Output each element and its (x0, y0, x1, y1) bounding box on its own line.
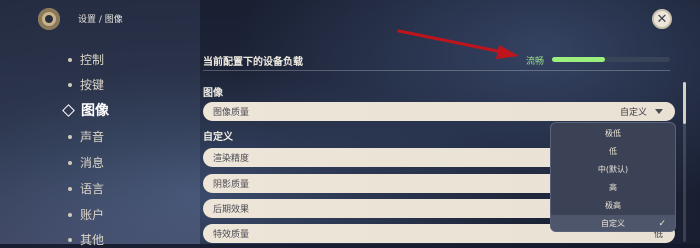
dropdown-option[interactable]: 高 (551, 179, 675, 196)
bullet-icon (68, 82, 72, 87)
bullet-icon (68, 160, 72, 165)
bullet-icon (68, 134, 72, 139)
sidebar-item-other[interactable]: 其他 (68, 231, 104, 248)
row-label: 特效质量 (213, 230, 250, 240)
device-load-label: 当前配置下的设备负载 (203, 57, 303, 68)
section-title-image: 图像 (203, 88, 223, 99)
dropdown-option[interactable]: 极低 (551, 125, 675, 142)
sidebar-item-language[interactable]: 语言 (68, 180, 104, 197)
quality-dropdown-menu[interactable]: 极低 低 中(默认) 高 极高 自定义 ✓ (550, 122, 676, 232)
sidebar-item-label: 语言 (80, 182, 105, 196)
bullet-icon (68, 212, 72, 217)
active-diamond-icon (62, 103, 75, 117)
sidebar-item-messages[interactable]: 消息 (68, 154, 104, 171)
sidebar-item-label: 控制 (80, 53, 105, 67)
row-value: 自定义 (619, 108, 647, 118)
load-status: 流畅 (526, 57, 545, 67)
dropdown-option-label: 自定义 (601, 219, 625, 228)
sidebar-item-keybinds[interactable]: 按键 (68, 76, 104, 93)
close-icon: ✕ (656, 11, 668, 27)
row-label: 后期效果 (213, 205, 250, 215)
row-label: 图像质量 (213, 108, 250, 118)
checkmark-icon: ✓ (658, 218, 666, 229)
sidebar-item-label: 账户 (80, 208, 105, 222)
breadcrumb: 设置 / 图像 (78, 15, 123, 25)
image-quality-row[interactable]: 图像质量 自定义 (203, 102, 675, 121)
gear-icon (38, 8, 60, 30)
sidebar-item-label: 按键 (80, 78, 105, 92)
bullet-icon (68, 57, 72, 62)
sidebar-item-graphics[interactable]: 图像 (62, 100, 109, 120)
bullet-icon (68, 237, 72, 242)
dropdown-option[interactable]: 低 (551, 143, 675, 160)
sidebar-item-controls[interactable]: 控制 (68, 51, 104, 68)
dropdown-option[interactable]: 极高 (551, 197, 675, 214)
divider (203, 70, 670, 71)
dropdown-option[interactable]: 中(默认) (551, 161, 675, 178)
sidebar-item-label: 消息 (80, 156, 105, 170)
sidebar-item-label: 其他 (80, 233, 105, 247)
sidebar-item-audio[interactable]: 声音 (68, 128, 104, 145)
sidebar-item-label: 图像 (81, 103, 109, 119)
scrollbar-thumb[interactable] (683, 82, 686, 124)
sidebar-item-account[interactable]: 账户 (68, 206, 104, 223)
bullet-icon (68, 186, 72, 191)
section-title-custom: 自定义 (203, 132, 233, 143)
close-button[interactable]: ✕ (652, 9, 672, 29)
load-meter-fill (552, 57, 606, 62)
row-label: 渲染精度 (213, 154, 250, 164)
chevron-down-icon (655, 109, 663, 114)
annotation-arrow-icon (397, 29, 519, 59)
sidebar-item-label: 声音 (80, 130, 105, 144)
dropdown-option-selected[interactable]: 自定义 ✓ (551, 215, 675, 231)
row-label: 阴影质量 (213, 180, 250, 190)
load-meter (552, 57, 670, 62)
